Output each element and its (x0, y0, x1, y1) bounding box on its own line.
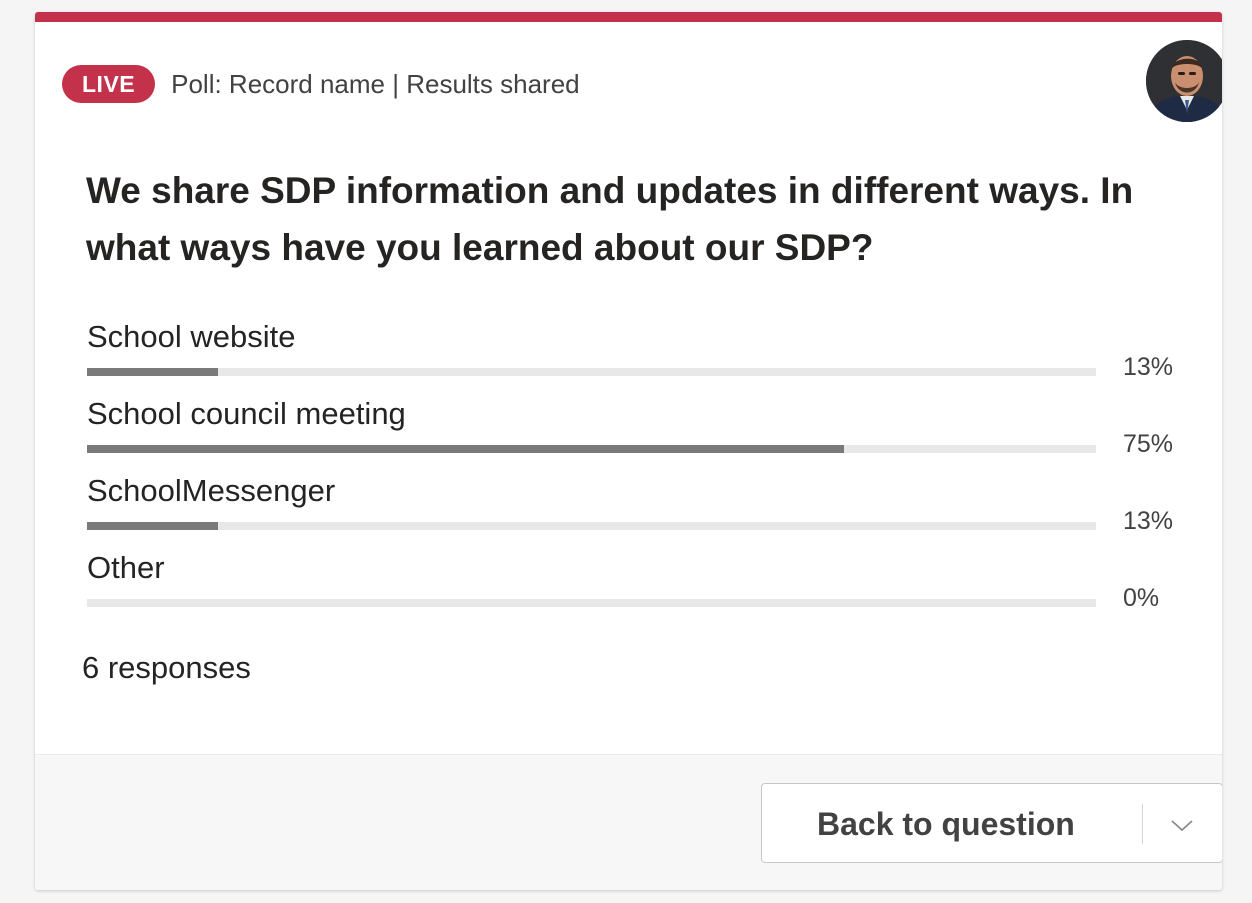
option-percent: 0% (1123, 584, 1160, 612)
back-to-question-label: Back to question (817, 806, 1075, 842)
poll-options: School website 13% School council meetin… (87, 317, 1197, 625)
split-button-divider (1142, 804, 1143, 844)
option-label: SchoolMessenger (87, 473, 336, 508)
poll-meta-text: Poll: Record name | Results shared (171, 68, 580, 99)
poll-card: LIVE Poll: Record name | Results shared … (35, 12, 1222, 890)
chevron-down-icon[interactable] (1167, 810, 1197, 840)
result-bar-track (87, 522, 1096, 530)
option-percent: 75% (1123, 430, 1174, 458)
option-label: School council meeting (87, 396, 406, 431)
poll-option: School website 13% (87, 317, 1197, 394)
option-label: Other (87, 550, 165, 585)
result-bar-track (87, 599, 1096, 607)
poll-option: SchoolMessenger 13% (87, 471, 1197, 548)
poll-option: Other 0% (87, 548, 1197, 625)
result-bar-fill (87, 445, 844, 453)
back-to-question-button[interactable]: Back to question (761, 783, 1222, 863)
result-bar-fill (87, 522, 219, 530)
poll-footer: Back to question (35, 754, 1222, 890)
option-percent: 13% (1123, 507, 1174, 535)
result-bar-track (87, 445, 1096, 453)
live-accent-bar (35, 12, 1222, 22)
response-count: 6 responses (82, 650, 251, 685)
result-bar-track (87, 368, 1096, 376)
poll-option: School council meeting 75% (87, 394, 1197, 471)
option-label: School website (87, 319, 296, 354)
poll-question: We share SDP information and updates in … (86, 170, 1134, 268)
live-badge: LIVE (62, 65, 156, 103)
result-bar-fill (87, 368, 219, 376)
option-percent: 13% (1123, 353, 1174, 381)
avatar-photo-icon (1146, 40, 1222, 122)
poll-header: LIVE Poll: Record name | Results shared (62, 65, 580, 103)
user-avatar[interactable] (1146, 40, 1222, 122)
